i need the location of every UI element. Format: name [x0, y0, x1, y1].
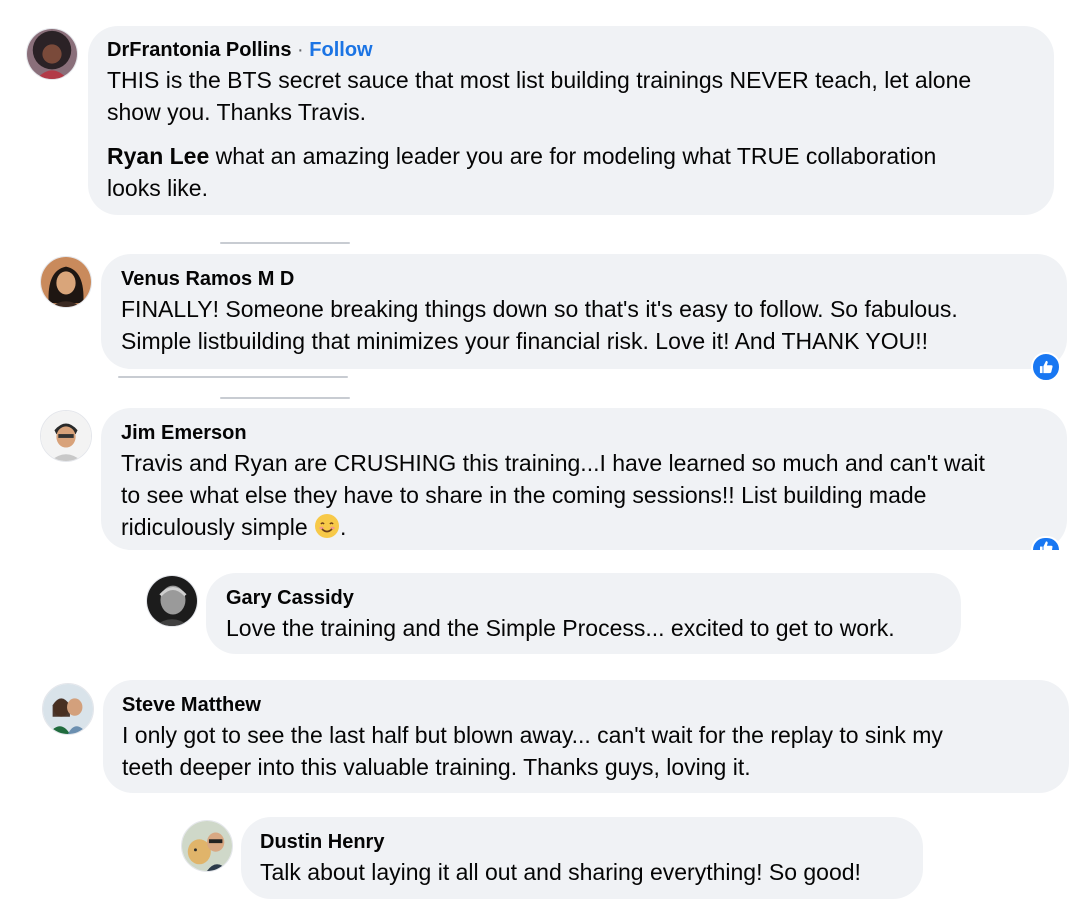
comment-author[interactable]: Steve Matthew	[122, 691, 1049, 719]
comment-text: THIS is the BTS secret sauce that most l…	[107, 67, 972, 125]
smiling-face-emoji	[314, 513, 340, 539]
mention-link[interactable]: Ryan Lee	[107, 143, 209, 169]
comment-text: FINALLY! Someone breaking things down so…	[121, 296, 958, 354]
comment-text-paragraph-2: Ryan Lee what an amazing leader you are …	[107, 143, 937, 201]
comment-text: Love the training and the Simple Process…	[226, 615, 895, 641]
avatar-drfrantonia-pollins[interactable]	[26, 28, 78, 80]
comment-bubble: Steve Matthew I only got to see the last…	[103, 680, 1069, 793]
comment-author[interactable]: Dustin Henry	[260, 828, 903, 856]
reply-bubble: Gary Cassidy Love the training and the S…	[206, 573, 961, 654]
comment-bubble: DrFrantonia Pollins · Follow THIS is the…	[88, 26, 1054, 215]
avatar-gary-cassidy[interactable]	[146, 575, 198, 627]
thumbs-up-icon[interactable]	[1031, 352, 1061, 382]
comment-author[interactable]: DrFrantonia Pollins	[107, 39, 291, 61]
hidden-reply-divider	[220, 242, 350, 244]
comment-author[interactable]: Jim Emerson	[121, 419, 1047, 447]
comment-text: Travis and Ryan are CRUSHING this traini…	[121, 450, 985, 540]
comment-author[interactable]: Venus Ramos M D	[121, 265, 1047, 293]
reply-bubble: Dustin Henry Talk about laying it all ou…	[241, 817, 923, 899]
avatar-venus-ramos[interactable]	[40, 256, 92, 308]
comment-bubble: Jim Emerson Travis and Ryan are CRUSHING…	[101, 408, 1067, 550]
comment-text: Talk about laying it all out and sharing…	[260, 859, 861, 885]
follow-button[interactable]: Follow	[309, 39, 372, 61]
comment-author[interactable]: Gary Cassidy	[226, 584, 941, 612]
avatar-steve-matthew[interactable]	[42, 683, 94, 735]
avatar-dustin-henry[interactable]	[181, 820, 233, 872]
hidden-reply-divider	[118, 376, 348, 378]
avatar-jim-emerson[interactable]	[40, 410, 92, 462]
comment-text: I only got to see the last half but blow…	[122, 722, 943, 780]
comment-bubble: Venus Ramos M D FINALLY! Someone breakin…	[101, 254, 1067, 369]
separator-dot: ·	[297, 39, 304, 61]
hidden-reply-divider	[220, 397, 350, 399]
